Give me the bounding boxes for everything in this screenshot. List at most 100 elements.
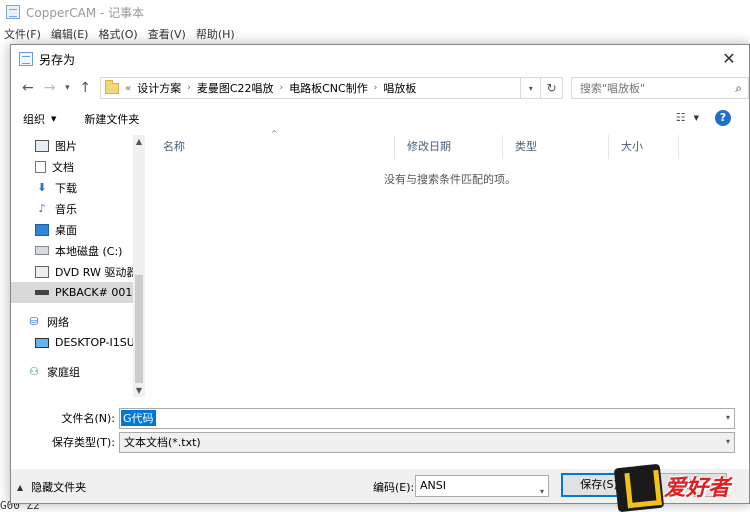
- usb-drive-icon: [35, 290, 49, 295]
- column-header-date[interactable]: 修改日期: [395, 135, 503, 159]
- save-form: 文件名(N): G代码 ▾ 保存类型(T): 文本文档(*.txt) ▾: [11, 407, 749, 455]
- dialog-titlebar: 另存为 ✕: [11, 45, 749, 73]
- breadcrumb-item[interactable]: 麦曼图C22唱放: [197, 80, 274, 96]
- menu-help[interactable]: 帮助(H): [196, 26, 235, 42]
- filename-row: 文件名(N): G代码 ▾: [11, 407, 749, 429]
- dvd-drive-icon: [35, 265, 49, 278]
- close-icon[interactable]: ✕: [719, 49, 739, 69]
- new-folder-button[interactable]: 新建文件夹: [84, 111, 139, 127]
- nav-item-label: 网络: [47, 315, 69, 329]
- nav-item-label: DVD RW 驱动器: [55, 265, 138, 279]
- filename-field[interactable]: G代码 ▾: [119, 407, 735, 429]
- help-icon[interactable]: ?: [715, 110, 731, 126]
- filetype-label: 保存类型(T):: [51, 436, 115, 449]
- forward-arrow-icon[interactable]: →: [39, 77, 61, 99]
- nav-item-local-disk[interactable]: 本地磁盘 (C:): [11, 240, 145, 261]
- scroll-down-icon[interactable]: ▼: [133, 386, 145, 395]
- file-list-pane: ^ 名称 修改日期 类型 大小 没有与搜索条件匹配的项。: [151, 129, 749, 397]
- nav-item-label: 下载: [55, 181, 77, 195]
- filetype-select[interactable]: 文本文档(*.txt) ▾: [119, 431, 735, 453]
- nav-scrollbar[interactable]: ▲ ▼: [133, 135, 145, 397]
- search-icon[interactable]: ⌕: [735, 81, 742, 96]
- address-bar[interactable]: « 设计方案 › 麦曼图C22唱放 › 电路板CNC制作 › 唱放板: [100, 77, 522, 99]
- refresh-icon[interactable]: ↻: [541, 77, 563, 99]
- breadcrumb-item[interactable]: 电路板CNC制作: [289, 80, 368, 96]
- search-box[interactable]: ⌕: [570, 77, 749, 99]
- downloads-icon: ⬇: [37, 181, 47, 194]
- computer-icon: [35, 337, 49, 348]
- up-arrow-icon[interactable]: ↑: [74, 77, 96, 99]
- nav-item-dvd-drive[interactable]: DVD RW 驱动器: [11, 261, 145, 282]
- nav-item-label: 图片: [55, 139, 77, 153]
- folder-icon: [105, 79, 120, 94]
- browser-area: 图片 文档 ⬇ 下载 ♪ 音乐 桌面 本地磁盘 (C:) DVD RW 驱动器 …: [11, 129, 749, 397]
- organize-button[interactable]: 组织 ▼: [23, 111, 56, 127]
- nav-item-music[interactable]: ♪ 音乐: [11, 198, 145, 219]
- hide-folders-label: 隐藏文件夹: [31, 481, 87, 494]
- nav-item-computer[interactable]: DESKTOP-I1SU: [11, 332, 145, 353]
- empty-message: 没有与搜索条件匹配的项。: [384, 173, 516, 186]
- chevron-down-icon[interactable]: ▾: [726, 413, 730, 422]
- breadcrumb-item[interactable]: 设计方案: [137, 80, 181, 96]
- scroll-up-icon[interactable]: ▲: [133, 137, 145, 146]
- navigation-pane: 图片 文档 ⬇ 下载 ♪ 音乐 桌面 本地磁盘 (C:) DVD RW 驱动器 …: [11, 135, 145, 397]
- nav-item-label: 本地磁盘 (C:): [55, 244, 123, 258]
- nav-item-label: PKBACK# 001 (: [55, 286, 141, 299]
- view-options-button[interactable]: ☷ ▼: [676, 111, 699, 124]
- chevron-down-icon[interactable]: ▾: [61, 77, 75, 99]
- chevron-right-icon[interactable]: ›: [280, 83, 284, 93]
- network-icon: ⛁: [29, 315, 39, 328]
- notepad-title: CopperCAM - 记事本: [26, 5, 145, 20]
- nav-item-homegroup[interactable]: ⚇ 家庭组: [11, 361, 145, 382]
- scrollbar-thumb[interactable]: [135, 275, 143, 383]
- back-arrow-icon[interactable]: ←: [17, 77, 39, 99]
- breadcrumb-item[interactable]: 唱放板: [383, 80, 416, 96]
- nav-item-downloads[interactable]: ⬇ 下载: [11, 177, 145, 198]
- menu-file[interactable]: 文件(F): [4, 26, 41, 42]
- nav-item-label: 桌面: [55, 223, 77, 237]
- details-view-icon: ☷: [675, 111, 686, 124]
- nav-item-pictures[interactable]: 图片: [11, 135, 145, 156]
- dialog-title: 另存为: [39, 52, 76, 67]
- desktop-icon: [35, 223, 49, 236]
- nav-item-usb-drive[interactable]: PKBACK# 001 (: [11, 282, 145, 303]
- notepad-menubar: 文件(F) 编辑(E) 格式(O) 查看(V) 帮助(H): [0, 24, 750, 44]
- menu-view[interactable]: 查看(V): [148, 26, 186, 42]
- nav-item-label: 文档: [52, 160, 74, 174]
- nav-item-documents[interactable]: 文档: [11, 156, 145, 177]
- chevron-down-icon[interactable]: ▾: [521, 77, 542, 99]
- caret-down-icon: ▼: [693, 113, 699, 122]
- nav-item-label: 音乐: [55, 202, 77, 216]
- hide-folders-toggle[interactable]: ▲ 隐藏文件夹: [17, 479, 86, 495]
- filetype-value: 文本文档(*.txt): [124, 436, 201, 449]
- nav-item-label: 家庭组: [47, 365, 80, 379]
- caret-down-icon: ▼: [51, 115, 57, 123]
- menu-format[interactable]: 格式(O): [98, 26, 137, 42]
- nav-item-network[interactable]: ⛁ 网络: [11, 311, 145, 332]
- nav-item-label: DESKTOP-I1SU: [55, 336, 135, 349]
- search-input[interactable]: [579, 81, 730, 95]
- column-header-type[interactable]: 类型: [503, 135, 609, 159]
- pictures-icon: [35, 139, 49, 152]
- watermark-logo: 爱好者: [613, 463, 750, 512]
- filetype-row: 保存类型(T): 文本文档(*.txt) ▾: [11, 431, 749, 453]
- filename-value[interactable]: G代码: [121, 410, 156, 426]
- chevron-right-icon[interactable]: ›: [374, 83, 378, 93]
- address-row: ← → ▾ ↑ « 设计方案 › 麦曼图C22唱放 › 电路板CNC制作 › 唱…: [11, 73, 749, 103]
- save-as-dialog: 另存为 ✕ ← → ▾ ↑ « 设计方案 › 麦曼图C22唱放 › 电路板CNC…: [10, 44, 750, 504]
- logo-mark-icon: [613, 463, 665, 512]
- chevron-down-icon[interactable]: ▾: [726, 437, 730, 446]
- column-header-name[interactable]: 名称: [151, 135, 395, 159]
- local-disk-icon: [35, 246, 49, 255]
- filename-label: 文件名(N):: [61, 412, 115, 425]
- organize-label: 组织: [23, 113, 45, 126]
- documents-icon: [35, 160, 46, 173]
- nav-item-desktop[interactable]: 桌面: [11, 219, 145, 240]
- encoding-value: ANSI: [420, 479, 446, 492]
- column-header-size[interactable]: 大小: [609, 135, 679, 159]
- watermark-text: 爱好者: [664, 476, 731, 501]
- menu-edit[interactable]: 编辑(E): [51, 26, 89, 42]
- encoding-select[interactable]: ANSI ▾: [415, 475, 549, 497]
- chevron-right-icon[interactable]: ›: [187, 83, 191, 93]
- breadcrumb-overflow[interactable]: «: [125, 83, 131, 94]
